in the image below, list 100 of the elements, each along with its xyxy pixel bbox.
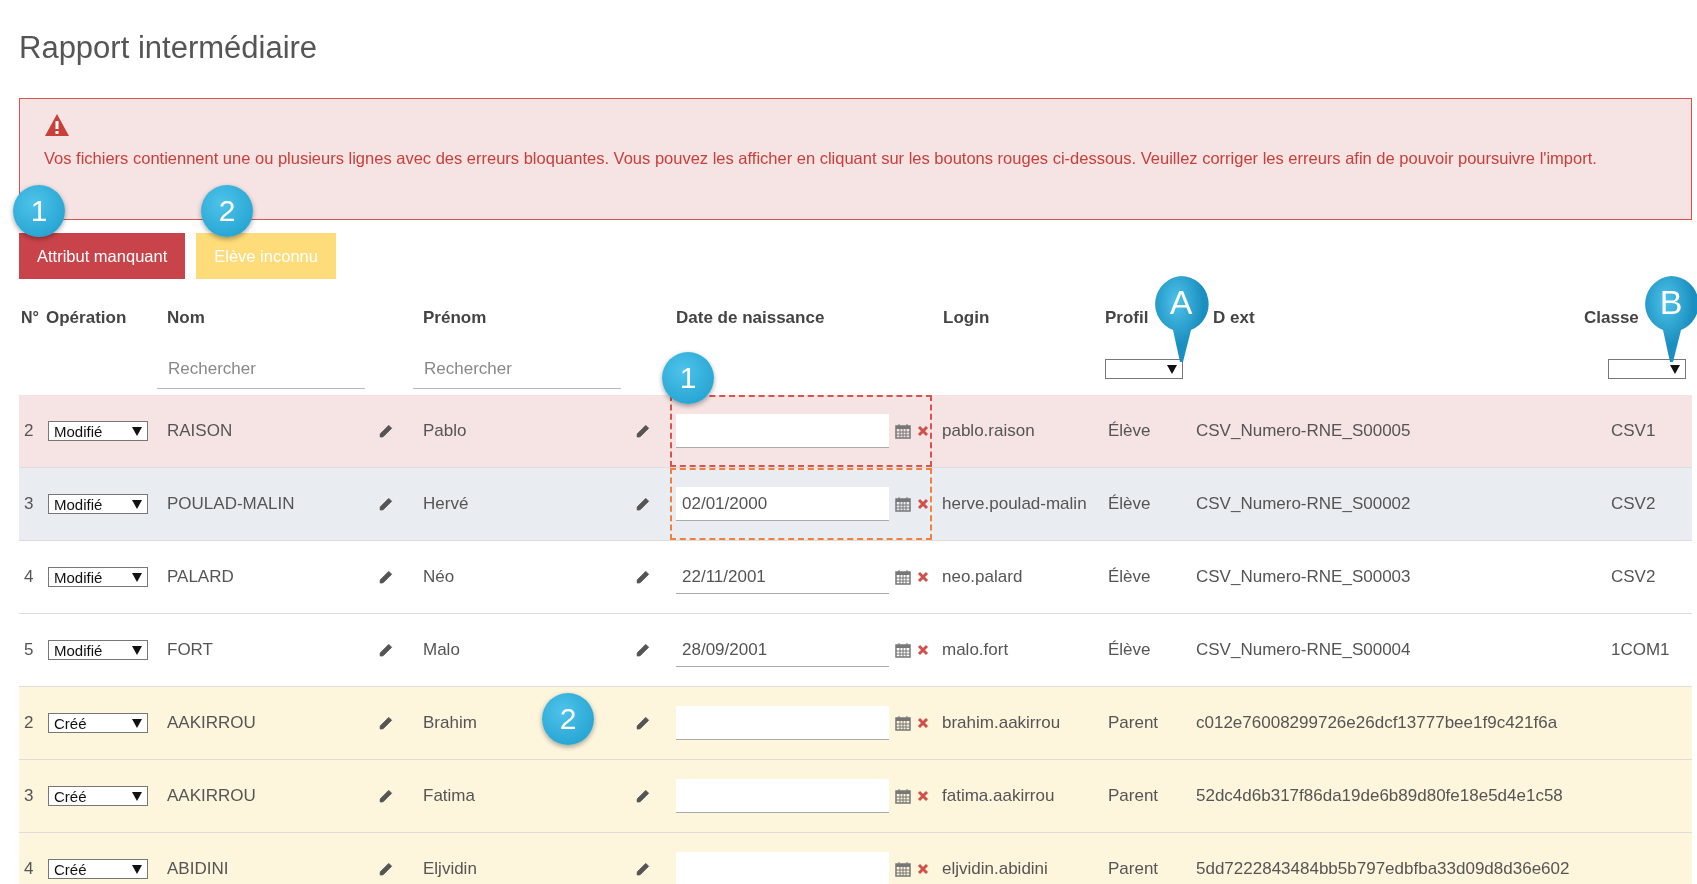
pencil-icon[interactable] xyxy=(635,788,650,804)
calendar-icon[interactable] xyxy=(895,569,911,585)
pencil-icon[interactable] xyxy=(378,715,393,731)
table-cell-text: CSV2 xyxy=(1610,567,1657,587)
table-cell-text: Élève xyxy=(1107,640,1152,660)
table-cell: AAKIRROU xyxy=(167,786,256,806)
table-cell: RAISON xyxy=(167,421,233,441)
dropdown-caret-icon xyxy=(1670,364,1680,374)
clear-icon[interactable] xyxy=(917,790,929,802)
table-cell-text: Parent xyxy=(1107,859,1160,879)
column-header: D ext xyxy=(1212,308,1256,328)
table-cell: Malo xyxy=(423,640,460,660)
table-cell: POULAD-MALIN xyxy=(167,494,295,514)
pencil-icon[interactable] xyxy=(635,423,650,439)
pencil-icon[interactable] xyxy=(635,496,650,512)
table-cell-text: eljvidin.abidini xyxy=(941,859,1049,879)
dropdown-caret-icon xyxy=(132,645,142,655)
column-header: Profil xyxy=(1105,308,1150,328)
table-row[interactable]: 3 Modifié POULAD-MALIN Hervé 02/01/2000 herve.poulad-malin Élève CSV_Numero-RNE_S00002 CSV2 xyxy=(19,468,1692,541)
calendar-icon[interactable] xyxy=(895,496,911,512)
date-field[interactable] xyxy=(676,852,889,884)
operation-select[interactable]: Modifié xyxy=(48,640,148,660)
pencil-icon[interactable] xyxy=(378,642,393,658)
table-cell-text: brahim.aakirrou xyxy=(941,713,1062,733)
clear-icon[interactable] xyxy=(917,571,929,583)
table-cell-text: 3 xyxy=(23,494,35,514)
dropdown-caret-icon xyxy=(132,426,142,436)
table-cell-text: fatima.aakirrou xyxy=(941,786,1056,806)
table-cell: Fatima xyxy=(423,786,475,806)
table-cell-text: 4 xyxy=(23,859,35,879)
table-cell: PALARD xyxy=(167,567,234,587)
table-cell-text: Parent xyxy=(1107,786,1160,806)
pencil-icon[interactable] xyxy=(635,569,650,585)
table-cell-text: Élève xyxy=(1107,421,1152,441)
table-cell-text: c012e76008299726e26dcf13777bee1f9c421f6a xyxy=(1195,713,1559,733)
table-cell-text: pablo.raison xyxy=(941,421,1036,441)
column-header: Classe xyxy=(1584,308,1640,328)
page-title: Rapport intermédiaire xyxy=(19,30,319,67)
table-cell-text: CSV_Numero-RNE_S00003 xyxy=(1195,567,1412,587)
table-cell-text: CSV2 xyxy=(1610,494,1657,514)
operation-select[interactable]: Modifié xyxy=(48,494,148,514)
table-cell-text: 1COM1 xyxy=(1610,640,1671,660)
date-field[interactable] xyxy=(676,779,889,813)
date-field[interactable] xyxy=(676,706,889,740)
table-cell: FORT xyxy=(167,640,213,660)
date-field[interactable]: 02/01/2000 xyxy=(676,487,889,521)
search-field[interactable]: Rechercher xyxy=(413,349,621,389)
table-cell: Eljvidin xyxy=(423,859,477,879)
table-cell-text: Élève xyxy=(1107,494,1152,514)
table-cell: ABIDINI xyxy=(167,859,229,879)
calendar-icon[interactable] xyxy=(895,788,911,804)
table-row[interactable]: 3 Créé AAKIRROU Fatima fatima.aakirrou Parent 52dc4d6b317f86da19de6b89d80fe18e5d4e1c58 xyxy=(19,760,1692,833)
pencil-icon[interactable] xyxy=(378,496,393,512)
clear-icon[interactable] xyxy=(917,425,929,437)
warning-icon xyxy=(44,113,70,137)
table-cell-text: 5dd7222843484bb5b797edbfba33d09d8d36e602 xyxy=(1195,859,1571,879)
operation-select[interactable]: Modifié xyxy=(48,567,148,587)
pencil-icon[interactable] xyxy=(635,861,650,877)
dropdown-caret-icon xyxy=(132,572,142,582)
table-row[interactable]: 4 Créé ABIDINI Eljvidin eljvidin.abidini Parent 5dd7222843484bb5b797edbfba33d09d8d36e602 xyxy=(19,833,1692,884)
column-header: Date de naissance xyxy=(675,308,826,328)
clear-icon[interactable] xyxy=(917,498,929,510)
calendar-icon[interactable] xyxy=(895,715,911,731)
calendar-icon[interactable] xyxy=(895,423,911,439)
pencil-icon[interactable] xyxy=(378,861,393,877)
pencil-icon[interactable] xyxy=(378,569,393,585)
pencil-icon[interactable] xyxy=(378,423,393,439)
table-cell: Pablo xyxy=(423,421,467,441)
pencil-icon[interactable] xyxy=(635,642,650,658)
pencil-icon[interactable] xyxy=(635,715,650,731)
table-cell-text: 4 xyxy=(23,567,35,587)
dropdown-caret-icon xyxy=(1167,364,1177,374)
column-header: Login xyxy=(942,308,991,328)
table-cell-text: CSV_Numero-RNE_S00002 xyxy=(1195,494,1412,514)
operation-select[interactable]: Créé xyxy=(48,786,148,806)
table-cell-text: 3 xyxy=(23,786,35,806)
table-cell: Brahim xyxy=(423,713,477,733)
clear-icon[interactable] xyxy=(917,863,929,875)
dropdown-caret-icon xyxy=(132,718,142,728)
calendar-icon[interactable] xyxy=(895,861,911,877)
date-field[interactable] xyxy=(676,414,889,448)
search-field[interactable]: Rechercher xyxy=(157,349,365,389)
class-filter-select[interactable] xyxy=(1608,359,1686,379)
table-cell-text: CSV_Numero-RNE_S00005 xyxy=(1195,421,1412,441)
calendar-icon[interactable] xyxy=(895,642,911,658)
table-cell: AAKIRROU xyxy=(167,713,256,733)
operation-select[interactable]: Créé xyxy=(48,713,148,733)
operation-select[interactable]: Modifié xyxy=(48,421,148,441)
filter-button[interactable]: Attribut manquant xyxy=(19,233,186,279)
clear-icon[interactable] xyxy=(917,644,929,656)
table-row[interactable]: 2 Modifié RAISON Pablo pablo.raison Élève CSV_Numero-RNE_S00005 CSV1 xyxy=(19,395,1692,468)
table-cell-text: 52dc4d6b317f86da19de6b89d80fe18e5d4e1c58 xyxy=(1195,786,1564,806)
operation-select[interactable]: Créé xyxy=(48,859,148,879)
pencil-icon[interactable] xyxy=(378,788,393,804)
clear-icon[interactable] xyxy=(917,717,929,729)
column-header: Prénom xyxy=(422,308,488,328)
profile-filter-select[interactable] xyxy=(1105,359,1183,379)
table-cell-text: Parent xyxy=(1107,713,1160,733)
table-cell: Néo xyxy=(423,567,455,587)
table-cell-text: 2 xyxy=(23,713,35,733)
